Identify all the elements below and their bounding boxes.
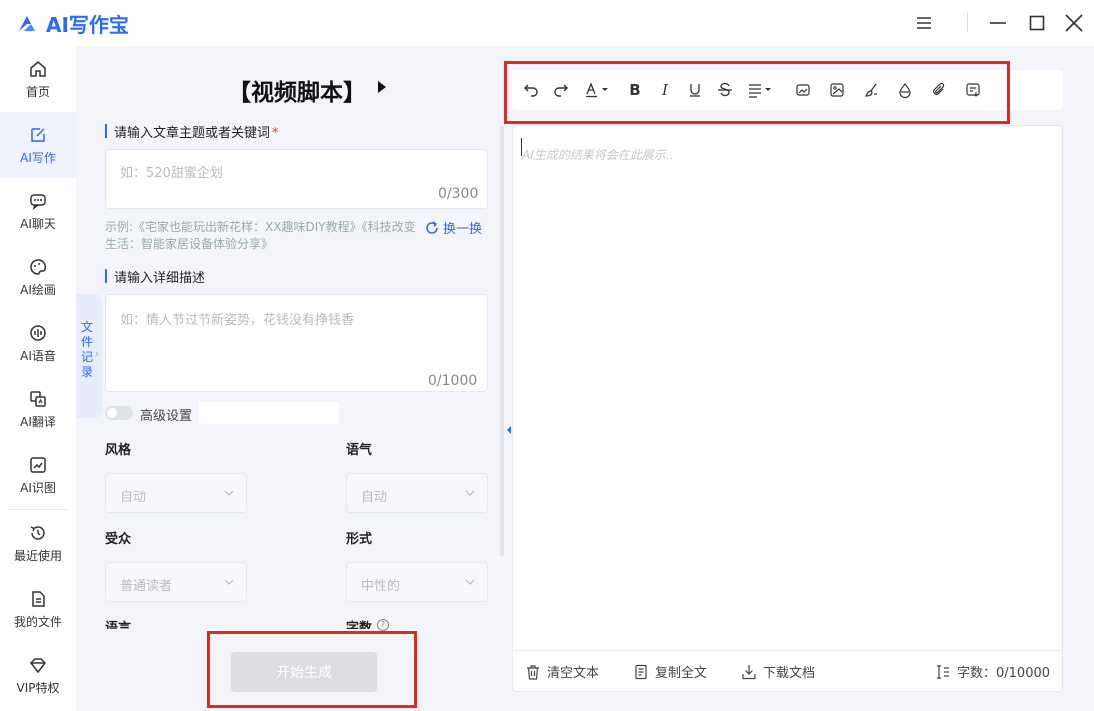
download-label: 下载文档: [763, 666, 816, 681]
menu-icon[interactable]: [911, 10, 937, 36]
advanced-blank: [199, 402, 339, 424]
nav-label: AI翻译: [20, 414, 56, 429]
close-icon[interactable]: [1061, 10, 1087, 36]
form-type-label: 形式: [346, 532, 373, 547]
detail-placeholder: 如：情人节过节新姿势，花钱没有挣钱香: [120, 313, 355, 328]
style-label: 风格: [105, 443, 132, 458]
text-length-icon: [937, 664, 949, 679]
panel-title: 【视频脚本】: [228, 80, 366, 106]
nav-item-ai-painting[interactable]: AI绘画: [0, 244, 76, 310]
chevron-down-icon: [465, 490, 475, 496]
tone-select[interactable]: 自动: [346, 473, 488, 513]
nav-item-home[interactable]: 首页: [0, 46, 76, 112]
nav-item-ai-chat[interactable]: AI聊天: [0, 178, 76, 244]
topic-placeholder: 如：520甜蜜企划: [120, 166, 223, 181]
detail-counter: 0/1000: [428, 373, 478, 389]
diamond-icon: [30, 657, 46, 673]
nav-item-ai-image-recognition[interactable]: AI识图: [0, 442, 76, 508]
history-icon: [30, 525, 45, 540]
chat-icon: [30, 193, 46, 210]
nav-label: AI绘画: [20, 282, 56, 297]
detail-label: 请输入详细描述: [105, 267, 205, 286]
sidebar: 首页 AI写作 AI聊天 AI绘画 AI语音 AI翻译 AI识图 最近使用 我的…: [0, 46, 76, 711]
language-label: 语言: [105, 621, 132, 629]
download-button[interactable]: 下载文档: [741, 662, 815, 681]
word-count-display: 字数：0/10000: [935, 662, 1050, 681]
topic-label: 请输入文章主题或者关键词 *: [105, 122, 279, 141]
clear-text-button[interactable]: 清空文本: [525, 662, 599, 681]
chevron-right-icon: ›: [95, 349, 99, 360]
audience-value: 普通读者: [120, 579, 173, 594]
translate-icon: [30, 390, 46, 407]
tone-value: 自动: [361, 490, 388, 505]
chevron-down-icon: [224, 490, 234, 496]
copy-all-label: 复制全文: [655, 666, 708, 681]
nav-label: AI聊天: [20, 216, 56, 231]
chevron-down-icon: [224, 579, 234, 585]
nav-label: AI识图: [20, 480, 56, 495]
nav-item-recent[interactable]: 最近使用: [0, 510, 76, 576]
nav-label: AI语音: [20, 348, 56, 363]
file-record-label: 文件记录: [81, 320, 94, 379]
minimize-icon[interactable]: [985, 10, 1011, 36]
chevron-down-icon: [465, 579, 475, 585]
editor-footer-divider: [512, 650, 1063, 651]
app-logo: AI写作宝: [16, 9, 129, 38]
editor-placeholder: AI生成的结果将会在此展示..: [522, 148, 674, 162]
nav-item-ai-writing[interactable]: AI写作: [0, 112, 76, 178]
word-count-label: 字数: [346, 621, 373, 629]
home-icon: [30, 60, 46, 77]
nav-item-ai-voice[interactable]: AI语音: [0, 310, 76, 376]
topic-label-text: 请输入文章主题或者关键词: [114, 126, 271, 141]
audience-select[interactable]: 普通读者: [105, 562, 247, 602]
help-icon[interactable]: ?: [377, 619, 389, 631]
highlight-toolbar: [504, 61, 1010, 124]
word-count-text: 字数：0/10000: [957, 666, 1051, 681]
nav-item-vip[interactable]: VIP特权: [0, 642, 76, 708]
style-select[interactable]: 自动: [105, 473, 247, 513]
palette-icon: [30, 258, 47, 275]
tone-label: 语气: [346, 443, 373, 458]
copy-icon: [635, 664, 647, 679]
app-title: AI写作宝: [46, 13, 129, 37]
trash-icon: [527, 664, 539, 680]
nav-item-ai-translate[interactable]: AI翻译: [0, 376, 76, 442]
highlight-generate: [207, 631, 417, 708]
play-arrow-icon[interactable]: [377, 80, 387, 94]
clear-text-label: 清空文本: [547, 666, 600, 681]
form-scrollbar[interactable]: [500, 126, 504, 556]
form-type-value: 中性的: [361, 579, 401, 594]
copy-all-button[interactable]: 复制全文: [633, 662, 707, 681]
edit-icon: [31, 127, 45, 142]
nav-item-my-files[interactable]: 我的文件: [0, 576, 76, 642]
title-divider: [967, 12, 968, 32]
topic-counter: 0/300: [438, 186, 479, 202]
style-value: 自动: [120, 490, 147, 505]
audio-icon: [30, 324, 46, 341]
nav-label: VIP特权: [16, 680, 60, 695]
advanced-toggle[interactable]: [105, 406, 133, 420]
file-record-tab[interactable]: 文件记录 ›: [76, 294, 102, 418]
image-recognition-icon: [30, 456, 46, 473]
download-icon: [742, 664, 756, 679]
logo-icon: [19, 15, 35, 31]
form-type-select[interactable]: 中性的: [346, 562, 488, 602]
required-mark: *: [272, 126, 279, 141]
file-icon: [32, 590, 45, 607]
swap-button[interactable]: 换一换: [425, 218, 482, 237]
title-bar: AI写作宝: [0, 0, 1094, 46]
example-text: 示例:《宅家也能玩出新花样：XX趣味DIY教程》《科技改变生活：智能家居设备体验…: [105, 220, 416, 251]
refresh-icon: [426, 220, 438, 234]
nav-label: AI写作: [20, 150, 56, 165]
nav-label: 我的文件: [13, 614, 62, 629]
swap-label: 换一换: [443, 222, 483, 237]
nav-label: 首页: [25, 84, 50, 99]
audience-label: 受众: [105, 532, 132, 547]
advanced-label: 高级设置: [140, 409, 193, 424]
editor-area[interactable]: [512, 125, 1063, 692]
maximize-icon[interactable]: [1024, 10, 1050, 36]
nav-label: 最近使用: [13, 548, 62, 563]
